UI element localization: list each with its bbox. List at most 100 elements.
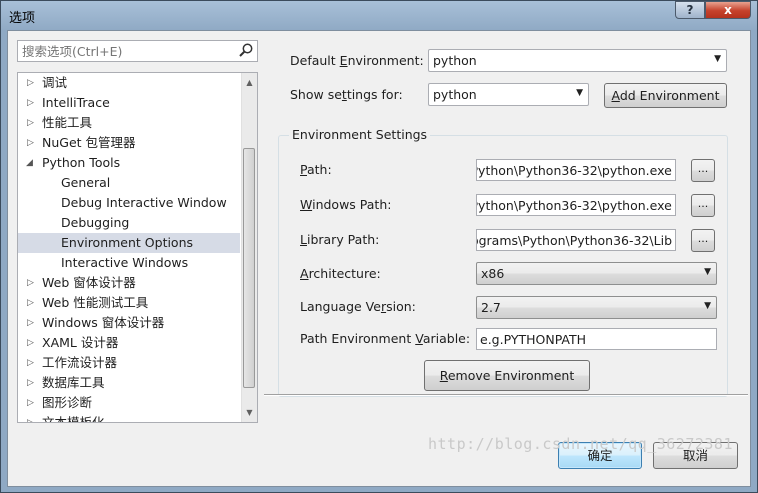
windows-path-browse-button[interactable]: ...: [691, 194, 715, 217]
collapsed-arrow-icon[interactable]: ▷: [27, 273, 37, 293]
tree-item-label: XAML 设计器: [42, 335, 119, 350]
language-version-value: 2.7: [481, 300, 501, 315]
collapsed-arrow-icon[interactable]: ▷: [27, 113, 37, 133]
architecture-value: x86: [481, 266, 505, 281]
help-button[interactable]: ?: [675, 1, 705, 19]
dialog-body: ▷ 文本模板化 ▷ 图形诊断 ▷ 数据库工具 ▷ 工作流设计器 ▷ XAML 设计器 ▷ Window…: [7, 30, 751, 487]
collapsed-arrow-icon[interactable]: ▷: [27, 393, 37, 413]
default-environment-label: Default Environment:: [290, 53, 424, 68]
search-input[interactable]: [18, 41, 236, 61]
tree-item-label: Environment Options: [61, 235, 194, 250]
tree-item-label: NuGet 包管理器: [42, 135, 136, 150]
tree-item-label: Windows 窗体设计器: [42, 315, 165, 330]
scroll-down-arrow-icon[interactable]: ▼: [242, 404, 257, 421]
tree-item-label: Debug Interactive Window: [61, 195, 227, 210]
architecture-combo[interactable]: x86 ▼: [476, 262, 717, 285]
path-browse-button[interactable]: ...: [691, 159, 715, 182]
collapsed-arrow-icon[interactable]: ▷: [27, 413, 37, 422]
tree-item-label: 性能工具: [42, 115, 93, 130]
collapsed-arrow-icon[interactable]: ▷: [27, 313, 37, 333]
options-tree[interactable]: ▷ 文本模板化 ▷ 图形诊断 ▷ 数据库工具 ▷ 工作流设计器 ▷ XAML 设计器 ▷ Window…: [17, 72, 258, 423]
collapsed-arrow-icon[interactable]: ▷: [27, 133, 37, 153]
path-field[interactable]: [477, 160, 675, 180]
tree-item-label: 数据库工具: [42, 375, 105, 390]
tree-item[interactable]: ▷ 文本模板化: [18, 413, 240, 423]
tree-item[interactable]: ▷ Windows 窗体设计器: [18, 313, 240, 333]
tree-item[interactable]: Debugging: [18, 213, 240, 233]
path-env-variable-field[interactable]: [477, 329, 713, 349]
add-environment-button[interactable]: Add Environment: [604, 83, 727, 108]
tree-item[interactable]: ▷ 数据库工具: [18, 373, 240, 393]
collapsed-arrow-icon[interactable]: ▷: [27, 373, 37, 393]
tree-item[interactable]: General: [18, 173, 240, 193]
show-settings-label: Show settings for:: [290, 87, 403, 102]
expanded-arrow-icon[interactable]: ◢: [26, 153, 36, 173]
chevron-down-icon: ▼: [704, 301, 711, 311]
chevron-down-icon: ▼: [576, 88, 583, 98]
collapsed-arrow-icon[interactable]: ▷: [27, 293, 37, 313]
tree-item[interactable]: Interactive Windows: [18, 253, 240, 273]
path-env-variable-label: Path Environment Variable:: [300, 331, 471, 346]
tree-item[interactable]: ▷ Web 性能测试工具: [18, 293, 240, 313]
options-dialog: 选项 ? x ▷ 文本模板化 ▷ 图形诊断 ▷ 数据库工具 ▷ 工作流设计器 ▷ XAML 设计器…: [0, 0, 758, 493]
tree-item[interactable]: ▷ Web 窗体设计器: [18, 273, 240, 293]
library-path-browse-button[interactable]: ...: [691, 229, 715, 252]
tree-item-label: 调试: [42, 75, 68, 90]
tree-item[interactable]: ▷ NuGet 包管理器: [18, 133, 240, 153]
remove-environment-button[interactable]: Remove Environment: [424, 360, 590, 391]
chevron-down-icon: ▼: [704, 267, 711, 277]
footer-separator: [264, 394, 748, 396]
close-button[interactable]: x: [705, 1, 751, 19]
library-path-label: Library Path:: [300, 232, 380, 247]
default-environment-value: python: [433, 53, 477, 68]
help-icon: ?: [686, 3, 694, 17]
watermark-text: http://blog.csdn.net/qq_36272381: [428, 435, 733, 453]
scroll-up-arrow-icon[interactable]: ▲: [242, 74, 257, 91]
architecture-label: Architecture:: [300, 266, 381, 281]
tree-item-label: IntelliTrace: [42, 95, 110, 110]
close-icon: x: [724, 3, 732, 17]
tree-item[interactable]: Debug Interactive Window: [18, 193, 240, 213]
path-field-box[interactable]: [476, 159, 676, 181]
chevron-down-icon: ▼: [714, 54, 721, 64]
windows-path-field[interactable]: [477, 195, 675, 215]
show-settings-value: python: [433, 87, 477, 102]
library-path-field[interactable]: [477, 230, 675, 250]
windows-path-label: Windows Path:: [300, 197, 392, 212]
collapsed-arrow-icon[interactable]: ▷: [27, 93, 37, 113]
tree-item[interactable]: ▷ 图形诊断: [18, 393, 240, 413]
tree-item-label: Interactive Windows: [61, 255, 189, 270]
collapsed-arrow-icon[interactable]: ▷: [27, 353, 37, 373]
tree-scrollbar[interactable]: ▲ ▼: [241, 73, 257, 422]
tree-item-label: Web 性能测试工具: [42, 295, 149, 310]
tree-item-label: General: [61, 175, 111, 190]
tree-item[interactable]: ▷ 调试: [18, 73, 240, 93]
tree-item[interactable]: ▷ XAML 设计器: [18, 333, 240, 353]
show-settings-combo[interactable]: python ▼: [428, 83, 589, 106]
search-icon[interactable]: [238, 42, 254, 58]
library-path-field-box[interactable]: [476, 229, 676, 251]
tree-item-label: Python Tools: [42, 155, 121, 170]
scroll-thumb[interactable]: [243, 148, 255, 388]
path-env-variable-box[interactable]: [476, 328, 717, 350]
tree-item-label: 文本模板化: [42, 415, 105, 423]
tree-item[interactable]: ▷ 工作流设计器: [18, 353, 240, 373]
language-version-combo[interactable]: 2.7 ▼: [476, 296, 717, 319]
tree-item[interactable]: ◢ Python Tools: [18, 153, 240, 173]
default-environment-combo[interactable]: python ▼: [428, 49, 727, 72]
tree-item-label: 图形诊断: [42, 395, 93, 410]
options-search-box[interactable]: [17, 40, 258, 62]
windows-path-field-box[interactable]: [476, 194, 676, 216]
path-label: Path:: [300, 162, 332, 177]
tree-item[interactable]: Environment Options: [18, 233, 240, 253]
collapsed-arrow-icon[interactable]: ▷: [27, 73, 37, 93]
language-version-label: Language Version:: [300, 299, 416, 314]
environment-settings-title: Environment Settings: [289, 127, 431, 142]
tree-item-label: 工作流设计器: [42, 355, 118, 370]
collapsed-arrow-icon[interactable]: ▷: [27, 333, 37, 353]
title-bar[interactable]: 选项 ? x: [1, 1, 757, 30]
tree-item[interactable]: ▷ 性能工具: [18, 113, 240, 133]
tree-item-label: Debugging: [61, 215, 130, 230]
window-title: 选项: [9, 11, 36, 26]
tree-item[interactable]: ▷ IntelliTrace: [18, 93, 240, 113]
